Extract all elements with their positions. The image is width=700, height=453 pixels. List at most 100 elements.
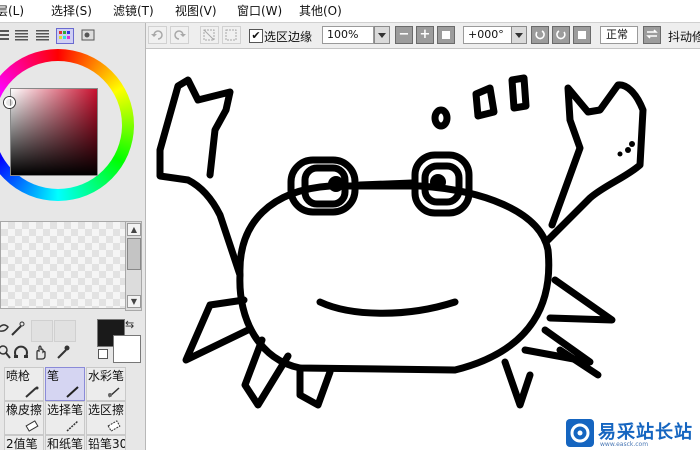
menu-view[interactable]: 视图(V) xyxy=(175,3,217,19)
scroll-down-icon[interactable]: ▼ xyxy=(127,295,141,308)
zoom-out-button[interactable]: − xyxy=(395,26,413,44)
menu-other[interactable]: 其他(O) xyxy=(299,3,342,19)
mixer-mode-icon[interactable] xyxy=(34,28,50,42)
layer-preview-area[interactable] xyxy=(0,221,126,309)
brush-watercolor[interactable]: 水彩笔 xyxy=(86,367,126,401)
rotation-dropdown-button[interactable] xyxy=(511,26,527,44)
brush-label: 和纸笔 xyxy=(47,437,84,450)
menu-window[interactable]: 窗口(W) xyxy=(237,3,282,19)
crab-mouth xyxy=(316,298,459,317)
zoom-dropdown-button[interactable] xyxy=(374,26,390,44)
crab-right-leg xyxy=(521,326,594,366)
bubble xyxy=(508,74,530,112)
bubble xyxy=(431,106,451,130)
hsv-slider-mode-icon[interactable] xyxy=(14,28,30,42)
select-pen-icon xyxy=(66,420,79,432)
brush-select-pen[interactable]: 选择笔 xyxy=(45,401,85,435)
watermark-logo-icon xyxy=(566,419,594,447)
saturation-value-square[interactable] xyxy=(10,88,98,176)
menu-layer[interactable]: 层(L) xyxy=(0,3,24,19)
zoom-field[interactable]: 100% xyxy=(322,26,374,44)
brush-label: 铅笔30 xyxy=(88,437,126,450)
reset-colors-icon[interactable] xyxy=(98,349,108,359)
deselect-icon xyxy=(203,29,215,41)
selection-edge-checkbox[interactable]: ✔ xyxy=(249,29,263,43)
brush-label: 橡皮擦 xyxy=(6,403,43,417)
rotation-reset-button[interactable] xyxy=(573,26,591,44)
swap-colors-icon[interactable]: ⇆ xyxy=(125,318,134,331)
hand-icon[interactable] xyxy=(32,343,50,361)
brush-select-eraser[interactable]: 选区擦 xyxy=(86,401,126,435)
brush-binary-pen[interactable]: 2值笔 xyxy=(4,435,44,450)
selection-edge-label: 选区边缘 xyxy=(264,30,313,44)
stabilizer-label: 抖动修 xyxy=(668,30,700,44)
flip-horizontal-icon xyxy=(646,29,658,39)
eyedropper-icon[interactable] xyxy=(54,343,72,361)
scroll-up-icon[interactable]: ▲ xyxy=(127,223,141,236)
undo-icon xyxy=(151,30,163,40)
scratchpad-mode-icon[interactable] xyxy=(80,28,96,42)
brush-washi-pen[interactable]: 和纸笔 xyxy=(45,435,85,450)
swatch-mode-icon[interactable] xyxy=(56,28,74,44)
rotation-field[interactable]: +000° xyxy=(463,26,513,44)
deselect-button[interactable] xyxy=(200,26,219,44)
rotate-right-button[interactable] xyxy=(552,26,570,44)
menu-select[interactable]: 选择(S) xyxy=(51,3,92,19)
watermark-subtext: www.easck.com xyxy=(600,441,649,448)
claw-dot xyxy=(625,147,631,153)
crab-left-pupil xyxy=(328,176,344,192)
bubble xyxy=(472,84,498,120)
zoom-reset-button[interactable] xyxy=(437,26,455,44)
drawing-canvas[interactable] xyxy=(147,49,700,450)
crab-right-leg xyxy=(501,358,534,409)
crab-drawing xyxy=(156,74,647,409)
rotate-icon[interactable] xyxy=(12,343,30,361)
brush-label: 选区擦 xyxy=(88,403,125,417)
color-cursor[interactable] xyxy=(4,97,15,108)
undo-button[interactable] xyxy=(148,26,167,44)
menu-filter[interactable]: 滤镜(T) xyxy=(113,3,154,19)
airbrush-icon xyxy=(25,386,39,398)
rotate-left-button[interactable] xyxy=(531,26,549,44)
claw-dot xyxy=(629,141,635,147)
crab-brow xyxy=(356,179,416,189)
check-icon: ✔ xyxy=(251,29,261,42)
crab-left-leg xyxy=(182,296,252,364)
brush-eraser[interactable]: 橡皮擦 xyxy=(4,401,44,435)
brush-label: 选择笔 xyxy=(47,403,84,417)
eraser-icon xyxy=(25,420,39,432)
invert-selection-icon xyxy=(225,29,237,41)
redo-icon xyxy=(174,30,186,40)
scroll-thumb[interactable] xyxy=(127,238,141,270)
brush-label: 水彩笔 xyxy=(88,369,125,383)
watercolor-icon xyxy=(108,387,120,398)
brush-pen[interactable]: 笔 xyxy=(45,367,85,401)
menu-bar: 层(L) 选择(S) 滤镜(T) 视图(V) 窗口(W) 其他(O) xyxy=(0,0,700,23)
zoom-icon[interactable] xyxy=(0,343,12,361)
rotate-right-icon xyxy=(556,30,566,40)
vertical-scrollbar[interactable]: ▲ ▼ xyxy=(125,221,142,311)
crab-right-leg xyxy=(546,276,616,324)
invert-selection-button[interactable] xyxy=(222,26,241,44)
crab-body xyxy=(236,182,553,374)
brush-pencil[interactable]: 铅笔30 xyxy=(86,435,126,450)
brush-tool-grid: 喷枪 笔 水彩笔 橡皮擦 选择笔 选区擦 2值笔 和纸笔 铅笔30 xyxy=(0,367,145,450)
magic-wand-icon[interactable] xyxy=(9,320,27,338)
empty-tool-slot xyxy=(54,320,76,342)
redo-button[interactable] xyxy=(170,26,189,44)
brush-airbrush[interactable]: 喷枪 xyxy=(4,367,44,401)
flip-horizontal-button[interactable] xyxy=(643,26,661,44)
brush-label: 笔 xyxy=(47,369,60,383)
zoom-in-button[interactable]: + xyxy=(416,26,434,44)
blend-mode-field[interactable]: 正常 xyxy=(600,26,638,44)
sub-color-swatch[interactable] xyxy=(113,335,141,363)
rgb-slider-mode-icon[interactable] xyxy=(0,28,12,42)
crab-right-claw xyxy=(544,81,647,244)
left-panel: ▲ ▼ ⇆ 喷枪 笔 水彩笔 橡皮擦 选择笔 选区擦 2值笔 和纸笔 铅笔30 xyxy=(0,23,146,450)
empty-tool-slot xyxy=(31,320,53,342)
toolbar: ✔ 选区边缘 100% − + +000° 正常 抖动修 xyxy=(146,23,700,49)
watermark: 易采站长站 www.easck.com xyxy=(562,416,700,450)
crab-left-leg xyxy=(296,364,334,409)
brush-label: 喷枪 xyxy=(6,369,31,383)
select-eraser-icon xyxy=(107,420,121,432)
